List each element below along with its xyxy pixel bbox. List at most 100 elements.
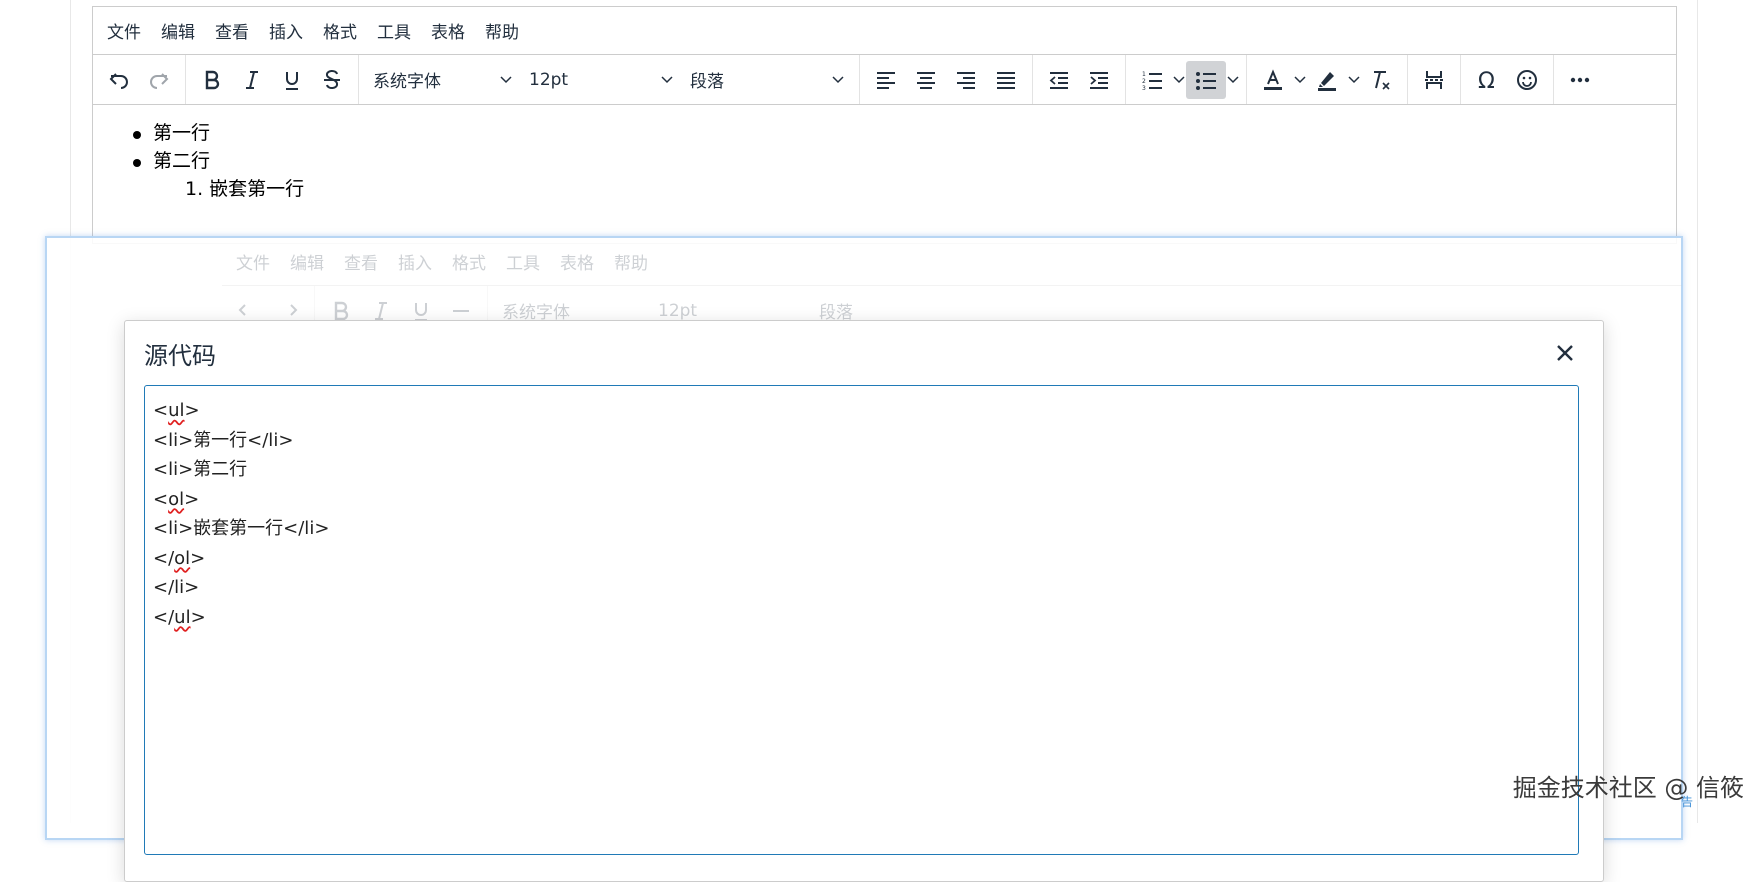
menu-table[interactable]: 表格 (431, 18, 465, 43)
toolbar: 系统字体 12pt 段落 1 2 3 Ω (93, 55, 1676, 105)
page-break-button[interactable] (1414, 61, 1454, 99)
color-group (1247, 55, 1408, 104)
list-item-text: 第二行 (153, 150, 211, 172)
svg-text:3: 3 (1142, 85, 1146, 91)
text-color-icon (1264, 68, 1282, 90)
text-color-dropdown[interactable] (1293, 61, 1307, 99)
numbered-list: 1. 嵌套第一行 (153, 175, 1676, 203)
bullet-list-dropdown[interactable] (1226, 61, 1240, 99)
dialog-title: 源代码 (144, 341, 216, 370)
align-center-icon (917, 71, 935, 89)
source-code-textarea[interactable]: <ul> <li>第一行</li> <li>第二行 <ol> <li>嵌套第一行</li… (144, 385, 1579, 855)
chevron-down-icon (661, 75, 673, 83)
menu-edit[interactable]: 编辑 (161, 18, 195, 43)
chevron-down-icon (1348, 75, 1360, 83)
style-group (186, 55, 359, 104)
menu-format[interactable]: 格式 (323, 18, 357, 43)
block-format-select[interactable]: 段落 (682, 61, 853, 99)
undo-icon (109, 72, 128, 89)
clear-formatting-button[interactable] (1361, 61, 1401, 99)
underline-button[interactable] (272, 61, 312, 99)
strikethrough-button[interactable] (312, 61, 352, 99)
history-group (93, 55, 186, 104)
numbered-list-dropdown[interactable] (1172, 61, 1186, 99)
font-size-select[interactable]: 12pt (521, 61, 682, 99)
highlight-color-button[interactable] (1307, 61, 1347, 99)
menu-insert[interactable]: 插入 (269, 18, 303, 43)
rich-text-editor: 文件 编辑 查看 插入 格式 工具 表格 帮助 系统字体 12pt 段落 1 2… (92, 6, 1677, 244)
italic-icon (375, 301, 387, 320)
align-left-icon (877, 71, 895, 89)
ghost-menu-table: 表格 (560, 254, 594, 274)
ghost-menu-help: 帮助 (614, 254, 648, 274)
svg-text:Ω: Ω (1478, 69, 1495, 92)
align-right-button[interactable] (946, 61, 986, 99)
underline-icon (415, 302, 427, 321)
menu-help[interactable]: 帮助 (485, 18, 519, 43)
highlight-color-dropdown[interactable] (1347, 61, 1361, 99)
underline-icon (286, 71, 298, 90)
chevron-down-icon (832, 75, 844, 83)
bold-icon (334, 301, 349, 320)
page-break-icon (1425, 70, 1443, 89)
bullet-list: 第一行 第二行 1. 嵌套第一行 (133, 119, 1676, 203)
more-button[interactable] (1560, 61, 1600, 99)
svg-text:1: 1 (1142, 71, 1146, 78)
strikethrough-icon (324, 69, 340, 89)
ghost-menubar: 文件 编辑 查看 插入 格式 工具 表格 帮助 (222, 238, 1682, 286)
emoji-icon (1517, 69, 1537, 90)
close-icon (1557, 345, 1573, 361)
more-icon (1570, 77, 1590, 82)
emoji-button[interactable] (1507, 61, 1547, 99)
redo-icon (290, 303, 298, 316)
spellcheck-underline: ol (168, 488, 185, 510)
italic-button[interactable] (232, 61, 272, 99)
omega-icon: Ω (1478, 69, 1495, 92)
chevron-down-icon (500, 75, 512, 83)
code-line: <ol> (153, 488, 200, 510)
ghost-menu-edit: 编辑 (290, 254, 324, 274)
bullet-list-icon (1196, 71, 1216, 90)
strikethrough-icon (453, 309, 469, 312)
more-group (1554, 55, 1606, 104)
align-center-button[interactable] (906, 61, 946, 99)
outdent-button[interactable] (1039, 61, 1079, 99)
ghost-menu-view: 查看 (344, 254, 378, 274)
source-code-dialog: 源代码 <ul> <li>第一行</li> <li>第二行 <ol> <li>嵌套第一行… (124, 320, 1604, 882)
code-line: </ol> (153, 547, 206, 569)
ghost-menu-insert: 插入 (398, 254, 432, 274)
menu-view[interactable]: 查看 (215, 18, 249, 43)
special-character-button[interactable]: Ω (1467, 61, 1507, 99)
redo-button[interactable] (139, 61, 179, 99)
numbered-list-button[interactable]: 123 (1132, 61, 1172, 99)
ghost-menu-format: 格式 (452, 254, 486, 274)
undo-button[interactable] (99, 61, 139, 99)
font-family-value: 系统字体 (373, 72, 441, 92)
code-line: </ul> (153, 606, 206, 628)
svg-text:2: 2 (1142, 78, 1146, 85)
spellcheck-underline: ul (174, 606, 191, 628)
background-editor-ghost: 文件 编辑 查看 插入 格式 工具 表格 帮助 系统字体 12pt 段落 (222, 238, 1682, 328)
block-format-value: 段落 (690, 72, 724, 92)
bullet-list-button[interactable] (1186, 60, 1226, 99)
close-button[interactable] (1547, 335, 1583, 371)
indent-button[interactable] (1079, 61, 1119, 99)
editor-content[interactable]: 第一行 第二行 1. 嵌套第一行 (93, 105, 1676, 203)
highlighter-icon (1318, 71, 1336, 91)
justify-button[interactable] (986, 61, 1026, 99)
bold-button[interactable] (192, 61, 232, 99)
menu-tools[interactable]: 工具 (377, 18, 411, 43)
ghost-menu-file: 文件 (236, 254, 270, 274)
bold-icon (205, 70, 220, 89)
text-color-button[interactable] (1253, 61, 1293, 99)
chevron-down-icon (1227, 75, 1239, 83)
code-line: <li>嵌套第一行</li> (153, 518, 330, 539)
code-line: </li> (153, 577, 200, 598)
font-family-select[interactable]: 系统字体 (365, 61, 521, 99)
menu-file[interactable]: 文件 (107, 18, 141, 43)
italic-icon (246, 70, 258, 89)
watermark: 掘金技术社区 @ 信筱 (1512, 774, 1744, 802)
redo-icon (150, 72, 169, 89)
align-left-button[interactable] (866, 61, 906, 99)
list-item: 第一行 (133, 119, 1676, 147)
